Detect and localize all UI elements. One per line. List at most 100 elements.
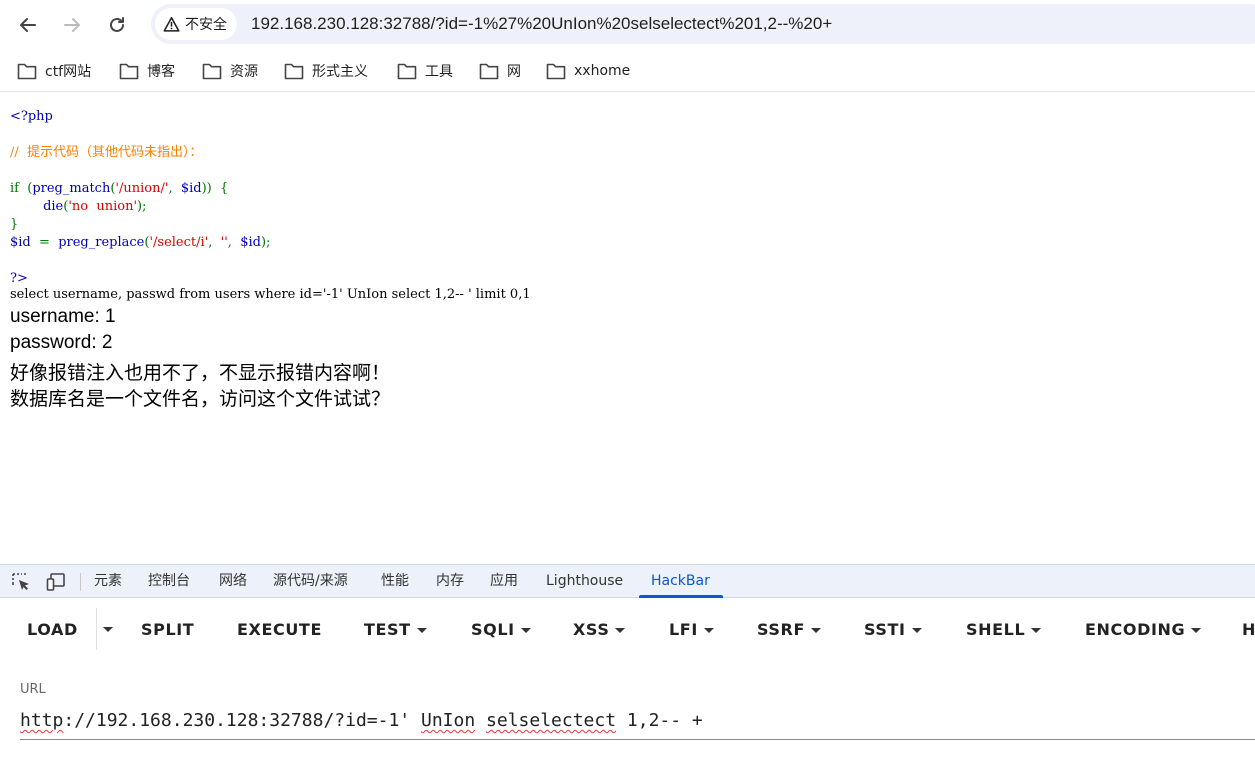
chevron-down-icon [416, 627, 427, 633]
device-toolbar-icon[interactable] [46, 572, 66, 592]
php-comment: // 提示代码（其他代码未指出）： [10, 145, 203, 160]
hackbar-sqli-menu[interactable]: SQLI [471, 618, 531, 642]
hackbar-split-button[interactable]: SPLIT [141, 618, 194, 642]
reload-button[interactable] [103, 11, 131, 39]
reload-icon [110, 17, 124, 32]
warning-icon [163, 16, 180, 32]
back-button[interactable] [14, 11, 42, 39]
button-label: SQLI [471, 620, 515, 639]
url-field-label: URL [20, 682, 46, 697]
hackbar-truncated-button[interactable]: H [1242, 618, 1255, 642]
hint-text-2: 数据库名是一个文件名，访问这个文件试试？ [10, 389, 391, 410]
hackbar-lfi-menu[interactable]: LFI [669, 618, 714, 642]
code-token: die [43, 199, 64, 214]
password-output: password: 2 [10, 332, 113, 353]
button-label: TEST [364, 620, 411, 639]
button-label: SPLIT [141, 620, 195, 639]
code-token: ); [260, 235, 271, 250]
devtab-hackbar[interactable]: HackBar [651, 565, 710, 598]
folder-icon [397, 63, 417, 80]
chevron-down-icon [703, 627, 714, 633]
url-segment: 1,2-- + [616, 710, 703, 731]
bookmark-label: 资源 [230, 64, 258, 80]
chevron-down-icon [911, 627, 922, 633]
hackbar-ssrf-menu[interactable]: SSRF [757, 618, 821, 642]
hackbar-load-button[interactable]: LOAD [27, 618, 78, 642]
code-token: } [10, 217, 19, 232]
button-label: SHELL [966, 620, 1026, 639]
bookmark-label: 工具 [425, 64, 453, 80]
arrow-right-icon [64, 18, 80, 32]
code-token: '/union/' [115, 181, 169, 196]
bookmark-formalism[interactable]: 形式主义 [284, 59, 368, 83]
devtools-separator [80, 573, 81, 591]
url-segment: ://192.168.230.128:32788/?id=-1' [63, 710, 421, 731]
chevron-down-icon [1031, 627, 1042, 633]
folder-icon [17, 63, 37, 80]
php-source-code: <?php // 提示代码（其他代码未指出）： if (preg_match('… [10, 108, 270, 288]
bookmark-ctf[interactable]: ctf网站 [17, 59, 91, 83]
bookmark-label: 博客 [147, 64, 175, 80]
hackbar-test-menu[interactable]: TEST [364, 618, 427, 642]
code-token: $id [240, 235, 261, 250]
address-bar[interactable]: 不安全 192.168.230.128:32788/?id=-1%27%20Un… [151, 4, 1255, 44]
code-token: 'no union' [68, 199, 138, 214]
hackbar-encoding-menu[interactable]: ENCODING [1085, 618, 1202, 642]
bookmark-resources[interactable]: 资源 [202, 59, 258, 83]
inspect-element-icon[interactable] [11, 572, 31, 592]
sql-query-text: select username, passwd from users where… [10, 287, 531, 302]
folder-icon [119, 63, 139, 80]
button-label: EXECUTE [237, 620, 322, 639]
hackbar-ssti-menu[interactable]: SSTI [864, 618, 922, 642]
devtab-console[interactable]: 控制台 [148, 565, 190, 598]
hackbar-panel: LOAD SPLIT EXECUTE TEST SQLI XSS LFI SSR… [0, 598, 1255, 764]
php-open-tag: <?php [10, 109, 53, 124]
devtab-network[interactable]: 网络 [219, 565, 247, 598]
url-segment: UnIon [420, 710, 476, 731]
devtab-elements[interactable]: 元素 [94, 565, 122, 598]
load-dropdown-caret-icon[interactable] [103, 627, 113, 632]
code-token: ); [137, 199, 147, 214]
devtab-performance[interactable]: 性能 [381, 565, 409, 598]
bookmark-web[interactable]: 网 [479, 59, 521, 83]
folder-icon [284, 63, 304, 80]
code-token: preg_replace [58, 235, 145, 250]
url-segment: http [20, 710, 64, 731]
hackbar-shell-menu[interactable]: SHELL [966, 618, 1042, 642]
devtab-lighthouse[interactable]: Lighthouse [546, 565, 623, 598]
hackbar-execute-button[interactable]: EXECUTE [237, 618, 322, 642]
load-split-divider [96, 608, 97, 650]
code-token: if [10, 181, 19, 196]
forward-button[interactable] [58, 11, 86, 39]
bookmark-blog[interactable]: 博客 [119, 59, 175, 83]
address-url[interactable]: 192.168.230.128:32788/?id=-1%27%20UnIon%… [251, 4, 832, 44]
devtab-application[interactable]: 应用 [490, 565, 518, 598]
browser-toolbar: 不安全 192.168.230.128:32788/?id=-1%27%20Un… [0, 0, 1255, 50]
bookmark-label: xxhome [574, 63, 631, 79]
devtools-tab-bar: 元素 控制台 网络 源代码/来源 性能 内存 应用 Lighthouse Hac… [0, 564, 1255, 598]
code-token: , [168, 181, 181, 196]
code-token: $id [180, 181, 202, 196]
folder-icon [202, 63, 222, 80]
devtab-sources[interactable]: 源代码/来源 [273, 565, 348, 598]
bookmark-tools[interactable]: 工具 [397, 59, 453, 83]
code-token: '' [220, 235, 228, 250]
code-token: , [208, 235, 221, 250]
username-output: username: 1 [10, 306, 116, 327]
chevron-down-icon [1191, 627, 1202, 633]
php-close-tag: ?> [10, 271, 28, 286]
bookmark-label: 网 [507, 64, 521, 80]
hint-text-1: 好像报错注入也用不了，不显示报错内容啊！ [10, 363, 391, 384]
hackbar-url-input[interactable]: http://192.168.230.128:32788/?id=-1' UnI… [20, 708, 1255, 740]
bookmark-label: 形式主义 [312, 64, 368, 80]
hackbar-xss-menu[interactable]: XSS [573, 618, 626, 642]
security-indicator[interactable]: 不安全 [155, 8, 237, 40]
devtab-memory[interactable]: 内存 [436, 565, 464, 598]
code-token: ( [18, 181, 33, 196]
bookmark-xxhome[interactable]: xxhome [546, 59, 630, 83]
bookmarks-bar: ctf网站 博客 资源 形式主义 工具 网 xxhome [0, 50, 1255, 92]
code-token: $id [10, 235, 31, 250]
bookmark-label: ctf网站 [45, 64, 92, 80]
chevron-down-icon [810, 627, 821, 633]
